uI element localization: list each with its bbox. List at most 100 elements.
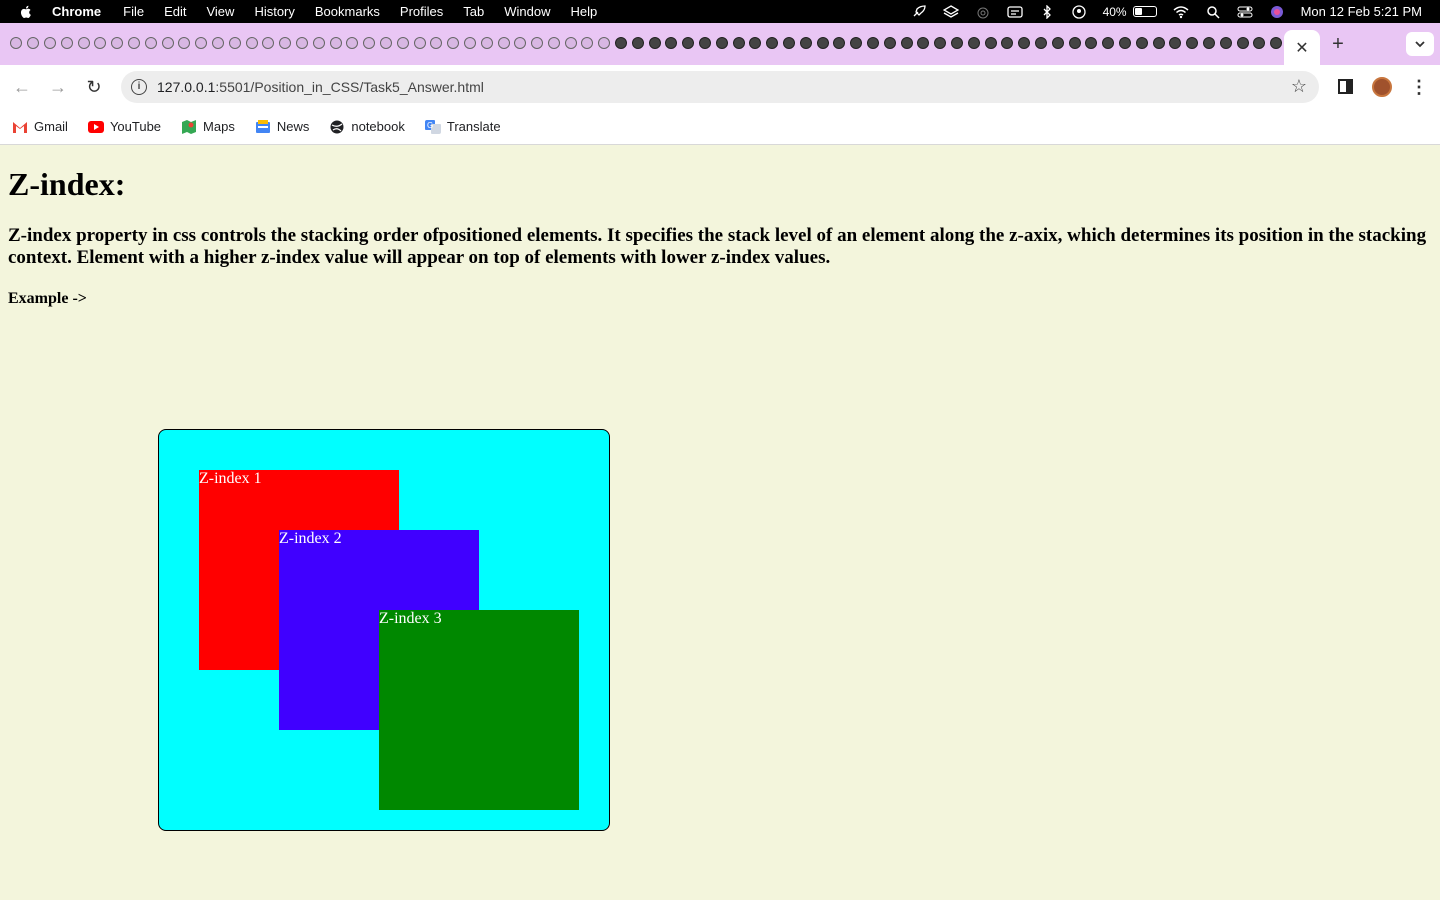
pinned-tab-favicon[interactable] xyxy=(898,35,915,51)
pinned-tab-favicon[interactable] xyxy=(394,35,411,51)
pinned-tab-favicon[interactable] xyxy=(92,35,109,51)
pinned-tab-favicon[interactable] xyxy=(915,35,932,51)
pinned-tab-favicon[interactable] xyxy=(764,35,781,51)
pinned-tab-favicon[interactable] xyxy=(1217,35,1234,51)
pinned-tab-favicon[interactable] xyxy=(428,35,445,51)
pinned-tab-favicon[interactable] xyxy=(378,35,395,51)
control-center-icon[interactable] xyxy=(1237,5,1253,19)
bookmark-translate[interactable]: G Translate xyxy=(424,119,501,134)
url-text[interactable]: 127.0.0.1:5501/Position_in_CSS/Task5_Ans… xyxy=(157,79,484,95)
pinned-tab-favicon[interactable] xyxy=(310,35,327,51)
pinned-tab-favicon[interactable] xyxy=(1049,35,1066,51)
menu-app-chrome[interactable]: Chrome xyxy=(52,4,101,19)
menu-help[interactable]: Help xyxy=(571,4,598,19)
pinned-tab-favicon[interactable] xyxy=(1167,35,1184,51)
pinned-tab-favicon[interactable] xyxy=(1117,35,1134,51)
pinned-tab-favicon[interactable] xyxy=(814,35,831,51)
pinned-tab-favicon[interactable] xyxy=(848,35,865,51)
pinned-tab-favicon[interactable] xyxy=(747,35,764,51)
pinned-tab-favicon[interactable] xyxy=(579,35,596,51)
pinned-tab-favicon[interactable] xyxy=(1150,35,1167,51)
address-bar[interactable]: i 127.0.0.1:5501/Position_in_CSS/Task5_A… xyxy=(121,71,1319,103)
bookmark-star-icon[interactable]: ☆ xyxy=(1291,76,1307,97)
pinned-tab-favicon[interactable] xyxy=(596,35,613,51)
menu-tab[interactable]: Tab xyxy=(463,4,484,19)
pinned-tab-favicon[interactable] xyxy=(176,35,193,51)
chrome-menu-button[interactable]: ⋮ xyxy=(1410,75,1428,99)
pinned-tab-favicon[interactable] xyxy=(730,35,747,51)
bookmark-news[interactable]: News xyxy=(255,119,309,134)
spotlight-search-icon[interactable] xyxy=(1205,5,1221,19)
tab-search-button[interactable] xyxy=(1406,32,1434,56)
pinned-tab-favicon[interactable] xyxy=(344,35,361,51)
pinned-tab-favicon[interactable] xyxy=(361,35,378,51)
profile-avatar[interactable] xyxy=(1372,77,1392,97)
pinned-tab-favicon[interactable] xyxy=(932,35,949,51)
pinned-tab-favicon[interactable] xyxy=(327,35,344,51)
pinned-tab-favicon[interactable] xyxy=(478,35,495,51)
pinned-tab-favicon[interactable] xyxy=(646,35,663,51)
forward-button[interactable]: → xyxy=(48,77,68,97)
pinned-tab-favicon[interactable] xyxy=(58,35,75,51)
close-tab-icon[interactable]: ✕ xyxy=(1295,38,1308,58)
pinned-tab-favicon[interactable] xyxy=(210,35,227,51)
side-panel-icon[interactable] xyxy=(1338,79,1353,94)
pinned-tab-favicon[interactable] xyxy=(881,35,898,51)
pinned-tab-favicon[interactable] xyxy=(1268,35,1284,51)
pinned-tab-favicon[interactable] xyxy=(663,35,680,51)
pinned-tab-favicon[interactable] xyxy=(831,35,848,51)
pinned-tab-favicon[interactable] xyxy=(781,35,798,51)
pinned-tab-favicon[interactable] xyxy=(260,35,277,51)
rocket-icon[interactable] xyxy=(911,4,927,19)
pinned-tab-favicon[interactable] xyxy=(982,35,999,51)
pinned-tab-favicon[interactable] xyxy=(1251,35,1268,51)
pinned-tab-favicon[interactable] xyxy=(193,35,210,51)
bluetooth-icon[interactable] xyxy=(1039,4,1055,19)
pinned-tab-favicon[interactable] xyxy=(75,35,92,51)
bookmark-youtube[interactable]: YouTube xyxy=(87,119,161,134)
bookmark-gmail[interactable]: Gmail xyxy=(12,119,68,134)
menu-file[interactable]: File xyxy=(123,4,144,19)
apple-logo-icon[interactable] xyxy=(18,4,34,20)
menu-bookmarks[interactable]: Bookmarks xyxy=(315,4,380,19)
pinned-tab-favicon[interactable] xyxy=(495,35,512,51)
clock[interactable]: Mon 12 Feb 5:21 PM xyxy=(1301,4,1422,19)
pinned-tab-favicon[interactable] xyxy=(243,35,260,51)
menu-view[interactable]: View xyxy=(206,4,234,19)
pinned-tab-favicon[interactable] xyxy=(529,35,546,51)
pinned-tab-favicon[interactable] xyxy=(613,35,630,51)
pinned-tab-favicon[interactable] xyxy=(42,35,59,51)
pinned-tab-favicon[interactable] xyxy=(680,35,697,51)
pinned-tab-favicon[interactable] xyxy=(865,35,882,51)
keyboard-input-icon[interactable] xyxy=(1006,5,1023,19)
pinned-tab-favicon[interactable] xyxy=(25,35,42,51)
menu-edit[interactable]: Edit xyxy=(164,4,186,19)
bookmark-notebook[interactable]: notebook xyxy=(329,119,405,134)
airdrop-icon[interactable] xyxy=(975,5,991,19)
bookmark-maps[interactable]: Maps xyxy=(181,119,235,134)
pinned-tab-favicon[interactable] xyxy=(1184,35,1201,51)
pinned-tab-favicon[interactable] xyxy=(546,35,563,51)
pinned-tab-favicon[interactable] xyxy=(797,35,814,51)
pinned-tab-favicon[interactable] xyxy=(562,35,579,51)
siri-icon[interactable] xyxy=(1269,5,1285,19)
pinned-tab-favicon[interactable] xyxy=(949,35,966,51)
pinned-tab-favicon[interactable] xyxy=(713,35,730,51)
pinned-tab-favicon[interactable] xyxy=(159,35,176,51)
pinned-tab-favicon[interactable] xyxy=(1016,35,1033,51)
pinned-tab-favicon[interactable] xyxy=(629,35,646,51)
pinned-tab-favicon[interactable] xyxy=(1133,35,1150,51)
pinned-tab-favicon[interactable] xyxy=(1083,35,1100,51)
battery-indicator[interactable]: 40% xyxy=(1103,5,1157,19)
user-account-icon[interactable] xyxy=(1071,4,1087,19)
pinned-tab-favicon[interactable] xyxy=(965,35,982,51)
pinned-tab-favicon[interactable] xyxy=(142,35,159,51)
pinned-tab-favicon[interactable] xyxy=(126,35,143,51)
menu-profiles[interactable]: Profiles xyxy=(400,4,443,19)
pinned-tab-favicon[interactable] xyxy=(697,35,714,51)
pinned-tab-favicon[interactable] xyxy=(109,35,126,51)
pinned-tab-favicon[interactable] xyxy=(462,35,479,51)
pinned-tab-favicon[interactable] xyxy=(445,35,462,51)
pinned-tab-favicon[interactable] xyxy=(1033,35,1050,51)
pinned-tab-favicon[interactable] xyxy=(512,35,529,51)
